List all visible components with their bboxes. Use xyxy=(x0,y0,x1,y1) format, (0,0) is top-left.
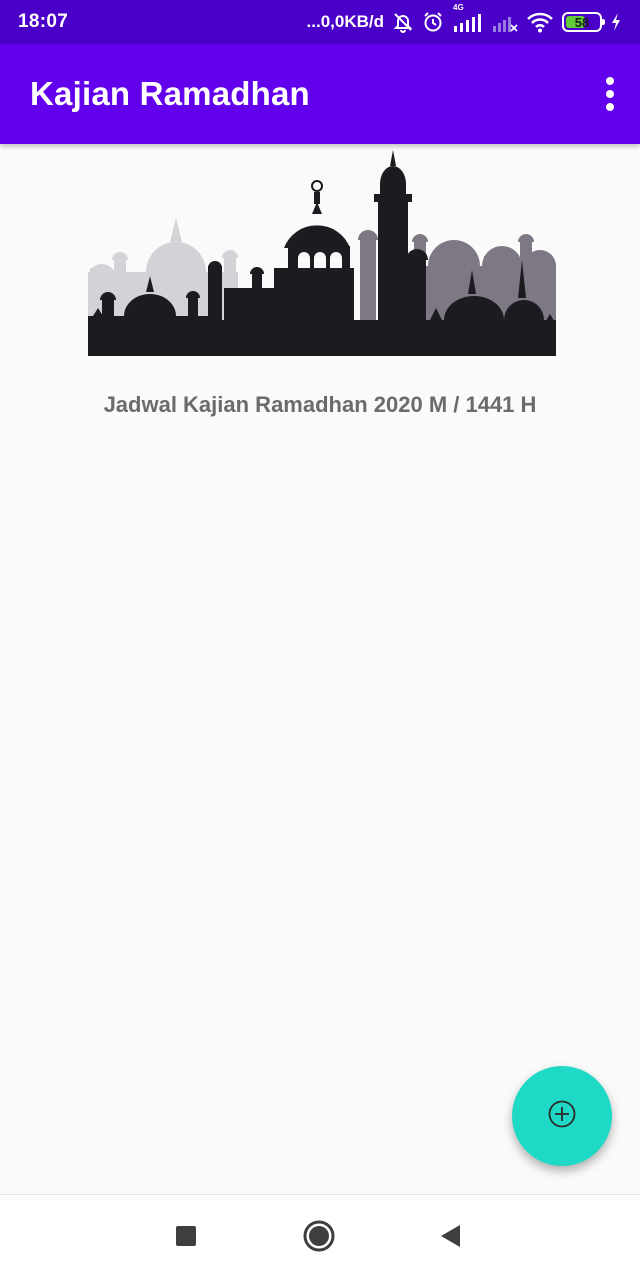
battery-level: 58 xyxy=(574,14,590,30)
charging-icon xyxy=(610,12,622,32)
battery-icon: 58 xyxy=(562,12,605,32)
overflow-dot xyxy=(606,90,614,98)
page-subtitle: Jadwal Kajian Ramadhan 2020 M / 1441 H xyxy=(103,392,537,417)
triangle-back-icon xyxy=(438,1223,462,1254)
overflow-dot xyxy=(606,77,614,85)
system-navigation-bar xyxy=(0,1194,640,1280)
status-icons: ...0,0KB/d 4G 58 xyxy=(306,3,622,33)
status-time: 18:07 xyxy=(18,11,69,32)
add-circle-icon xyxy=(547,1099,577,1134)
overflow-menu-icon[interactable] xyxy=(598,74,622,114)
home-button[interactable] xyxy=(302,1219,336,1258)
signal-icon: 4G xyxy=(452,3,484,32)
recents-button[interactable] xyxy=(169,1221,203,1255)
screen: 18:07 ...0,0KB/d 4G 58 Kajian Ramadhan J… xyxy=(0,0,640,1280)
square-icon xyxy=(175,1225,197,1252)
back-button[interactable] xyxy=(433,1221,467,1255)
app-bar: Kajian Ramadhan xyxy=(0,44,640,144)
alarm-icon xyxy=(422,11,444,33)
overflow-dot xyxy=(606,103,614,111)
signal-empty-icon xyxy=(492,12,518,32)
mute-icon xyxy=(392,11,414,33)
mosque-silhouette-banner xyxy=(84,148,556,360)
app-title: Kajian Ramadhan xyxy=(30,75,310,112)
status-bar: 18:07 ...0,0KB/d 4G 58 xyxy=(0,0,640,44)
network-type-label: 4G xyxy=(453,3,464,12)
network-speed: ...0,0KB/d xyxy=(306,12,384,31)
circle-icon xyxy=(302,1219,336,1258)
add-button[interactable] xyxy=(512,1066,612,1166)
wifi-icon xyxy=(526,11,554,33)
